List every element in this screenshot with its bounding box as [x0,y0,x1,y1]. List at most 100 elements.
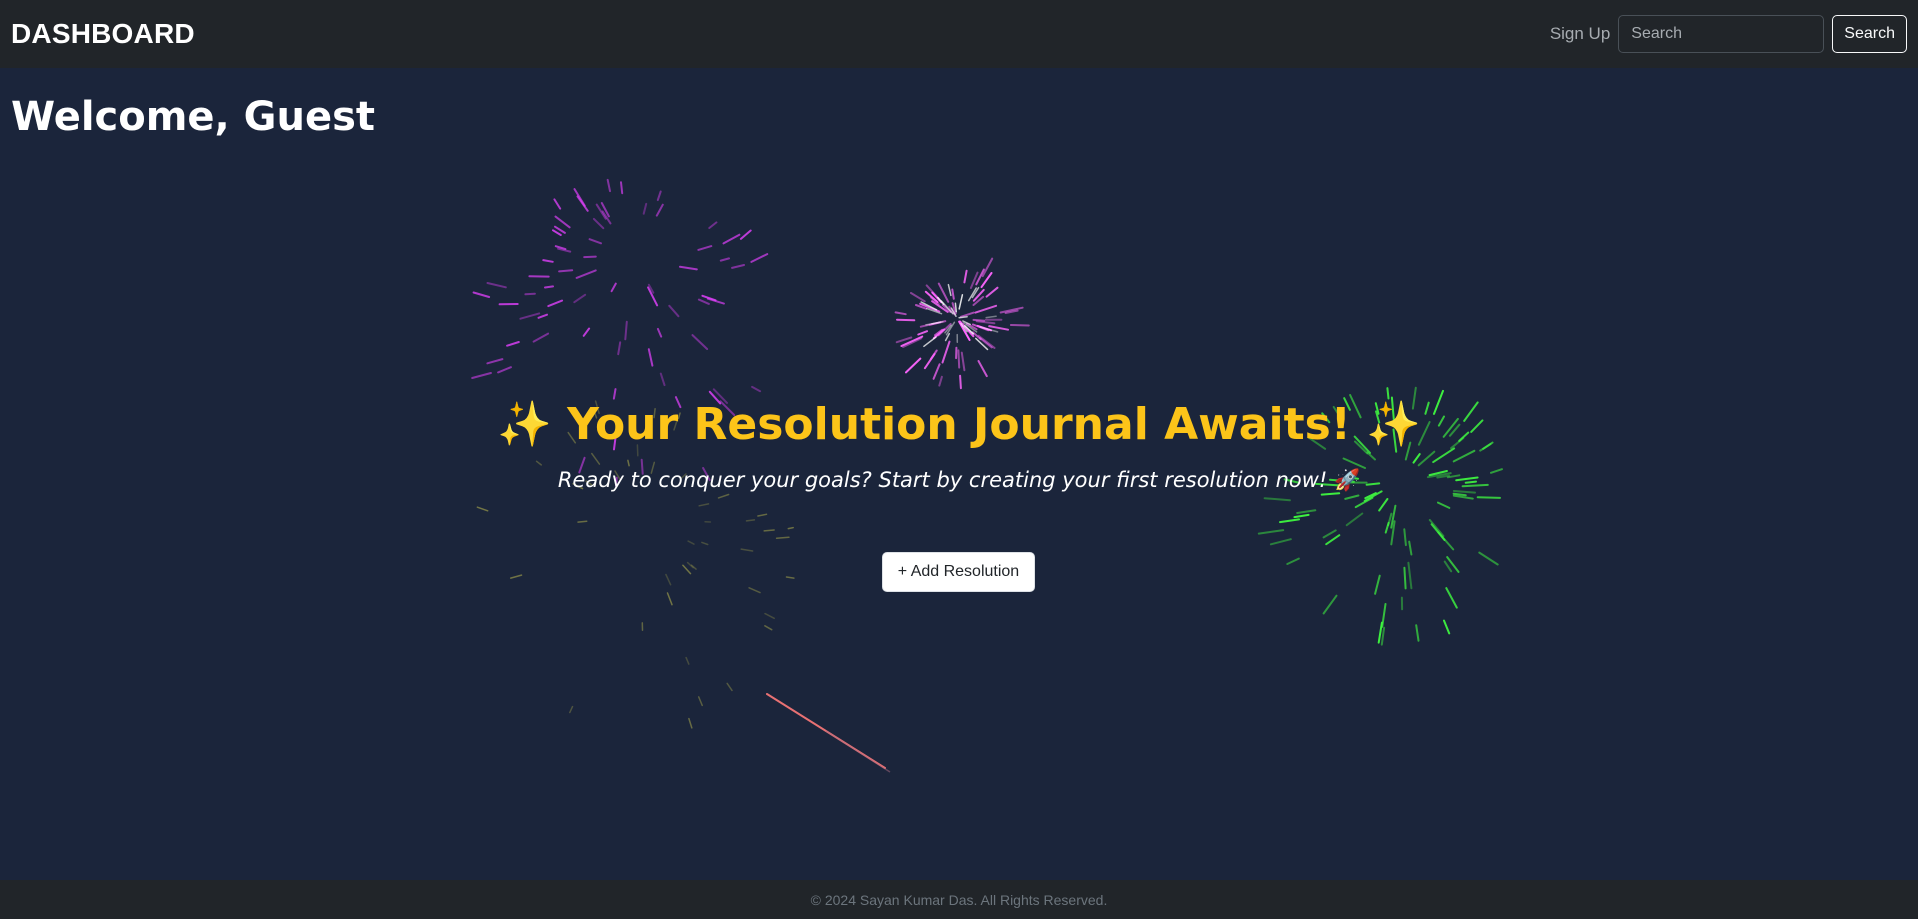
firework-spark [476,506,489,512]
firework-spark [552,229,562,236]
sign-up-link[interactable]: Sign Up [1550,24,1610,44]
firework-spark [668,304,680,318]
firework-spark [988,325,1009,331]
firework-spark [519,312,541,320]
firework-spark [537,313,548,319]
firework-spark [764,612,775,620]
firework-spark [1296,509,1317,514]
firework-spark [1378,498,1389,512]
firework-spark [557,247,572,253]
firework-spark [532,332,550,343]
firework-spark [558,269,574,273]
firework-spark [666,592,673,606]
firework-rocket-trail-tail [825,730,891,773]
firework-spark [1320,492,1341,496]
firework-spark [697,298,710,305]
firework-spark [573,293,587,304]
firework-spark [731,264,745,269]
firework-spark [763,529,775,532]
firework-spark [917,330,928,336]
firework-spark [1408,540,1413,556]
firework-burst-pink [894,257,1030,390]
firework-spark [542,259,554,263]
firework-spark [1257,529,1285,535]
firework-spark [1437,531,1455,551]
brand-logo[interactable]: DASHBOARD [11,18,195,50]
search-button[interactable]: Search [1832,15,1907,53]
firework-spark [764,625,773,631]
firework-spark [985,286,999,298]
firework-spark [740,548,754,552]
firework-spark [1322,594,1338,615]
firework-spark [745,519,756,522]
firework-spark [697,245,713,251]
firework-spark [1407,561,1413,590]
hero-subtitle: Ready to conquer your goals? Start by cr… [0,468,1918,493]
firework-spark [592,217,605,230]
firework-spark [588,238,602,245]
firework-spark [785,576,795,579]
firework-spark [554,215,571,229]
firework-spark [1412,453,1421,464]
firework-spark [1354,496,1374,509]
firework-spark [1322,529,1337,539]
firework-spark [1384,521,1390,534]
firework-spark [659,372,666,387]
firework-spark [1269,538,1292,546]
firework-spark [547,299,564,308]
firework-spark [1366,451,1376,461]
firework-spark [757,513,768,517]
firework-spark [656,190,662,202]
firework-spark [1386,387,1390,400]
firework-spark [708,221,718,229]
firework-spark [923,353,936,370]
firework-spark [620,181,624,195]
firework-spark [751,385,762,393]
hero-title-text: Your Resolution Journal Awaits! [567,399,1351,450]
firework-spark [748,587,761,594]
firework-spark [977,334,996,349]
firework-spark [896,318,916,322]
firework-spark [497,366,512,374]
sparkle-icon: ✨ [497,399,552,450]
firework-spark [1374,574,1381,595]
firework-spark [1417,450,1436,467]
firework-spark [1344,494,1360,500]
firework-spark [583,255,597,259]
firework-spark [910,292,926,303]
firework-spark [509,574,523,579]
firework-spark [656,327,663,338]
firework-spark [1452,494,1474,500]
firework-spark [679,265,698,271]
firework-spark [941,340,951,364]
firework-spark [1403,528,1407,547]
firework-spark [1403,566,1407,590]
firework-spark [1443,560,1453,573]
firework-spark [717,493,730,499]
firework-spark [569,705,574,714]
firework-spark [977,360,988,378]
rocket-icon: 🚀 [1334,468,1361,492]
firework-spark [471,372,492,379]
add-resolution-button[interactable]: + Add Resolution [882,552,1035,592]
firework-spark [1432,447,1456,464]
firework-spark [1381,603,1387,628]
firework-spark [787,526,794,530]
firework-spark [577,520,588,523]
firework-spark [938,375,943,387]
firework-spark [1380,626,1386,646]
firework-spark [1443,619,1451,635]
firework-spark [642,202,648,215]
firework-spark [691,334,709,350]
firework-spark [963,269,968,284]
firework-spark [591,452,601,465]
navbar: DASHBOARD Sign Up Search [0,0,1918,68]
firework-spark [1279,518,1300,524]
firework-spark [575,269,597,279]
firework-spark [1286,557,1300,565]
firework-spark [1476,496,1501,499]
firework-spark [954,302,958,313]
search-input[interactable] [1618,15,1825,53]
firework-spark [1437,501,1451,509]
firework-spark [486,358,504,365]
